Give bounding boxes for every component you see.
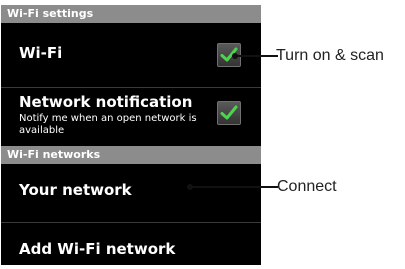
network-notification-row[interactable]: Network notification Notify me when an o… — [1, 88, 261, 146]
add-wifi-network-title: Add Wi-Fi network — [19, 240, 176, 258]
callout-turn-on-scan: Turn on & scan — [276, 47, 384, 64]
wifi-toggle-row[interactable]: Wi-Fi — [1, 23, 261, 87]
network-notification-checkbox[interactable] — [217, 101, 241, 125]
callout-leader-line — [232, 53, 278, 59]
network-item-your-network[interactable]: Your network — [1, 164, 261, 222]
callout-leader-line — [187, 184, 278, 190]
section-header-wifi-settings: Wi-Fi settings — [1, 5, 261, 23]
wifi-settings-screen: Wi-Fi settings Wi-Fi Network notificatio… — [1, 5, 261, 265]
network-notification-title: Network notification — [19, 93, 193, 111]
network-notification-subtitle: Notify me when an open network is availa… — [19, 113, 197, 136]
wifi-row-title: Wi-Fi — [19, 44, 63, 62]
callout-connect: Connect — [277, 178, 337, 195]
section-header-wifi-networks: Wi-Fi networks — [1, 146, 261, 164]
check-mark-icon — [220, 105, 238, 120]
add-wifi-network-row[interactable]: Add Wi-Fi network — [1, 223, 261, 265]
your-network-title: Your network — [19, 181, 132, 199]
